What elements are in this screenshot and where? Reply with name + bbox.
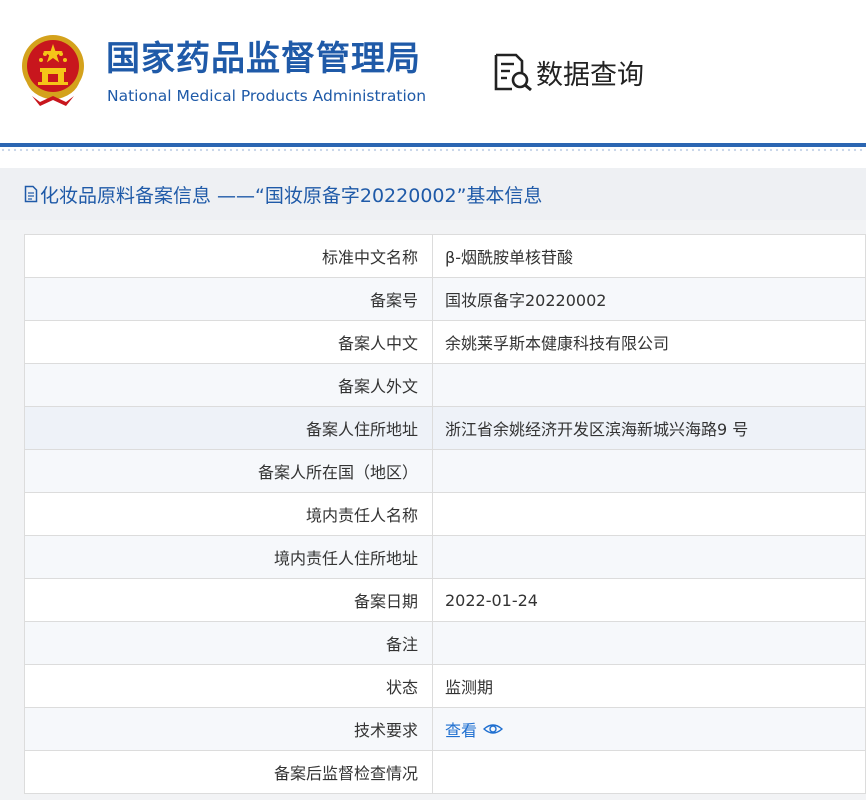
row-value: 浙江省余姚经济开发区滨海新城兴海路9 号 (432, 406, 866, 450)
row-label: 备案人住所地址 (24, 406, 433, 450)
row-label: 技术要求 (24, 707, 433, 751)
detail-panel: 化妆品原料备案信息 ——“国妆原备字20220002”基本信息 标准中文名称 β… (0, 168, 866, 800)
table-row: 状态 监测期 (24, 664, 866, 708)
row-value: 监测期 (432, 664, 866, 708)
site-header: 国家药品监督管理局 National Medical Products Admi… (0, 0, 866, 155)
table-row: 备案日期 2022-01-24 (24, 578, 866, 622)
table-row: 备案人住所地址 浙江省余姚经济开发区滨海新城兴海路9 号 (24, 406, 866, 450)
row-value (432, 449, 866, 493)
row-value: 2022-01-24 (432, 578, 866, 622)
table-row: 备案后监督检查情况 (24, 750, 866, 794)
table-row: 备注 (24, 621, 866, 665)
row-value-cell: 查看 (432, 707, 866, 751)
table-row: 备案人中文 余姚莱孚斯本健康科技有限公司 (24, 320, 866, 364)
table-row: 备案人所在国（地区） (24, 449, 866, 493)
row-value (432, 363, 866, 407)
view-link-text: 查看 (445, 721, 478, 740)
table-row: 境内责任人名称 (24, 492, 866, 536)
row-label: 备案号 (24, 277, 433, 321)
table-row: 技术要求 查看 (24, 707, 866, 751)
row-label: 备案后监督检查情况 (24, 750, 433, 794)
row-label: 备注 (24, 621, 433, 665)
row-label: 备案人所在国（地区） (24, 449, 433, 493)
row-value: 余姚莱孚斯本健康科技有限公司 (432, 320, 866, 364)
org-name-en: National Medical Products Administration (107, 87, 427, 105)
panel-title: 化妆品原料备案信息 ——“国妆原备字20220002”基本信息 (40, 184, 543, 207)
document-icon (24, 185, 38, 203)
org-name-cn: 国家药品监督管理局 (106, 39, 421, 79)
document-search-icon (494, 53, 532, 92)
national-emblem-icon (22, 35, 84, 106)
row-value (432, 621, 866, 665)
view-technical-requirements-link[interactable]: 查看 (445, 717, 504, 741)
data-query-label: 数据查询 (536, 59, 644, 91)
row-value: β-烟酰胺单核苷酸 (432, 234, 866, 278)
row-value (432, 750, 866, 794)
row-label: 备案人中文 (24, 320, 433, 364)
row-value (432, 492, 866, 536)
row-value (432, 535, 866, 579)
row-value: 国妆原备字20220002 (432, 277, 866, 321)
table-row: 备案号 国妆原备字20220002 (24, 277, 866, 321)
row-label: 状态 (24, 664, 433, 708)
row-label: 境内责任人名称 (24, 492, 433, 536)
row-label: 境内责任人住所地址 (24, 535, 433, 579)
row-label: 备案日期 (24, 578, 433, 622)
table-row: 备案人外文 (24, 363, 866, 407)
table-row: 境内责任人住所地址 (24, 535, 866, 579)
table-row: 标准中文名称 β-烟酰胺单核苷酸 (24, 234, 866, 278)
row-label: 标准中文名称 (24, 234, 433, 278)
data-query-link[interactable]: 数据查询 (492, 52, 644, 92)
header-divider-pattern (0, 147, 866, 155)
row-label: 备案人外文 (24, 363, 433, 407)
panel-title-bar: 化妆品原料备案信息 ——“国妆原备字20220002”基本信息 (0, 168, 866, 220)
detail-table: 标准中文名称 β-烟酰胺单核苷酸 备案号 国妆原备字20220002 备案人中文… (24, 234, 866, 794)
eye-icon (483, 724, 504, 734)
